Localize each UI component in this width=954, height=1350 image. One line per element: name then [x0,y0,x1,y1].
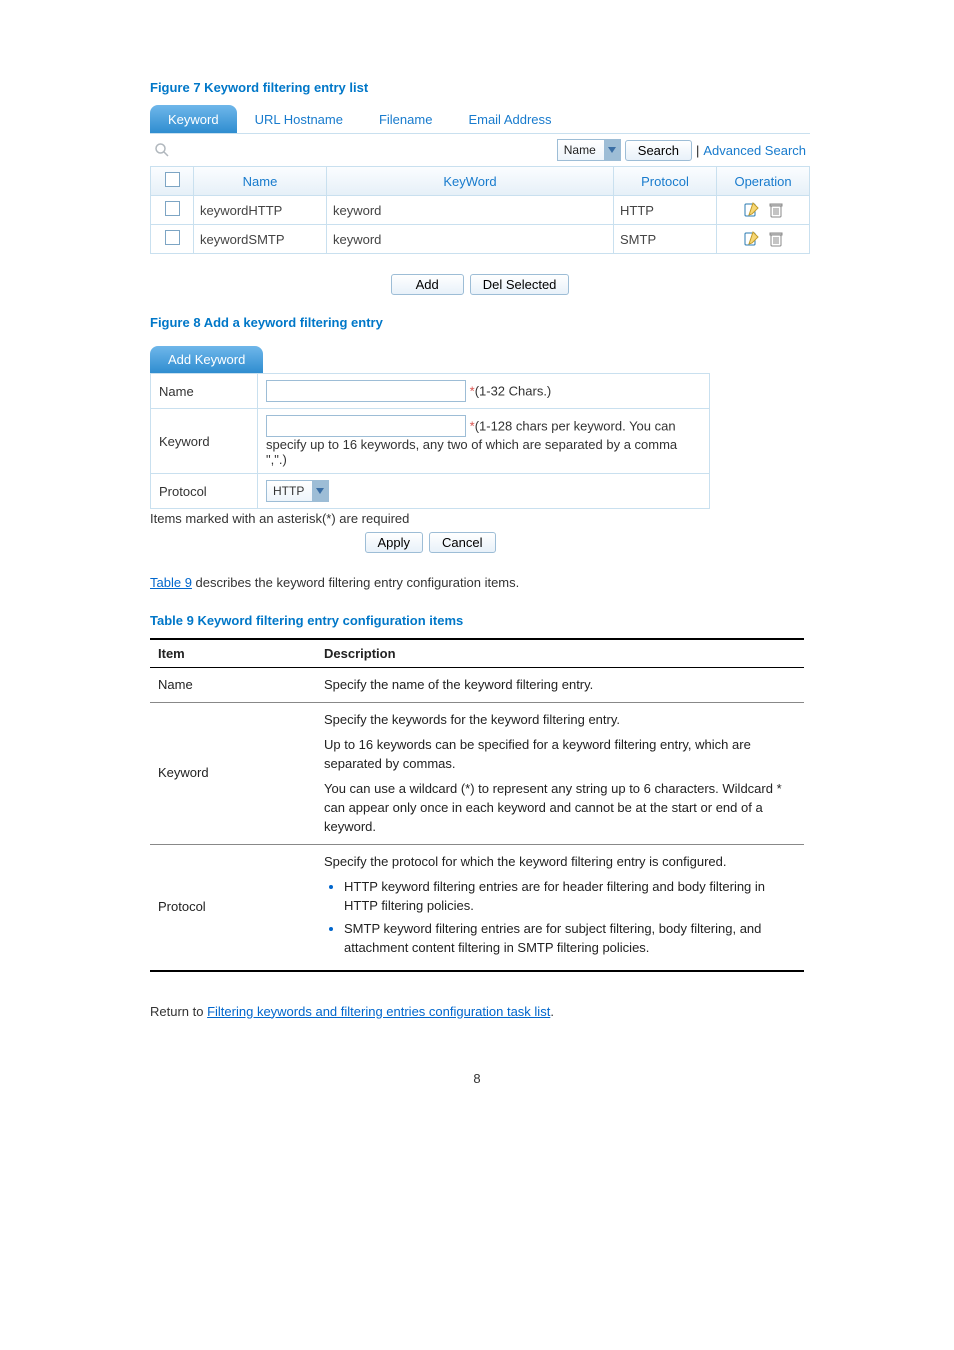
figure-8-caption: Figure 8 Add a keyword filtering entry [150,315,804,330]
required-note: Items marked with an asterisk(*) are req… [150,511,710,526]
tab-url-hostname[interactable]: URL Hostname [237,105,361,133]
label-protocol: Protocol [151,474,258,509]
divider: | [696,143,699,158]
item-name: Name [150,667,316,703]
add-keyword-form: Name *(1-32 Chars.) Keyword *(1-128 char… [150,373,710,509]
label-name: Name [151,374,258,409]
col-description: Description [316,639,804,668]
chevron-down-icon [604,140,620,160]
keyword-field[interactable] [266,415,466,437]
search-bar: Name Search | Advanced Search [150,133,810,167]
desc-protocol: Specify the protocol for which the keywo… [316,845,804,971]
return-link[interactable]: Filtering keywords and filtering entries… [207,1004,550,1019]
tab-add-keyword[interactable]: Add Keyword [150,346,263,373]
col-item: Item [150,639,316,668]
advanced-search-link[interactable]: Advanced Search [703,143,806,158]
table-9-caption: Table 9 Keyword filtering entry configur… [150,613,804,628]
apply-button[interactable]: Apply [365,532,424,553]
page-number: 8 [150,1071,804,1086]
cell-name: keywordSMTP [194,225,327,254]
tab-filename[interactable]: Filename [361,105,450,133]
delete-icon[interactable] [769,202,783,218]
row-checkbox[interactable] [165,230,180,245]
col-protocol: Protocol [614,167,717,196]
search-field-select[interactable]: Name [557,139,621,161]
config-table: Item Description Name Specify the name o… [150,638,804,972]
col-keyword: KeyWord [327,167,614,196]
keyword-table: Name KeyWord Protocol Operation keywordH… [150,167,810,254]
desc-keyword: Specify the keywords for the keyword fil… [316,703,804,845]
protocol-select[interactable]: HTTP [266,480,329,502]
return-suffix: . [550,1004,554,1019]
search-input[interactable] [174,139,553,161]
tab-strip: Keyword URL Hostname Filename Email Addr… [150,105,810,133]
protocol-value: HTTP [267,484,312,498]
intro-after: describes the keyword filtering entry co… [192,575,519,590]
table-9-link[interactable]: Table 9 [150,575,192,590]
intro-text: Table 9 describes the keyword filtering … [150,573,804,593]
figure-7-caption: Figure 7 Keyword filtering entry list [150,80,804,95]
table-row: keywordHTTP keyword HTTP [151,196,810,225]
select-all-checkbox[interactable] [165,172,180,187]
search-button[interactable]: Search [625,140,692,161]
cell-keyword: keyword [327,225,614,254]
tab-email-address[interactable]: Email Address [450,105,569,133]
search-icon [154,142,170,158]
return-line: Return to Filtering keywords and filteri… [150,1002,804,1022]
desc-name: Specify the name of the keyword filterin… [316,667,804,703]
name-field[interactable] [266,380,466,402]
col-operation: Operation [717,167,810,196]
return-prefix: Return to [150,1004,207,1019]
tab-keyword[interactable]: Keyword [150,105,237,133]
edit-icon[interactable] [743,231,759,247]
add-button[interactable]: Add [391,274,464,295]
edit-icon[interactable] [743,202,759,218]
table-row: keywordSMTP keyword SMTP [151,225,810,254]
chevron-down-icon [312,481,328,501]
item-protocol: Protocol [150,845,316,971]
col-name: Name [194,167,327,196]
row-checkbox[interactable] [165,201,180,216]
cell-name: keywordHTTP [194,196,327,225]
name-hint: (1-32 Chars.) [475,384,552,399]
cell-keyword: keyword [327,196,614,225]
cell-protocol: HTTP [614,196,717,225]
label-keyword: Keyword [151,409,258,474]
cell-protocol: SMTP [614,225,717,254]
item-keyword: Keyword [150,703,316,845]
del-selected-button[interactable]: Del Selected [470,274,570,295]
delete-icon[interactable] [769,231,783,247]
search-field-value: Name [558,143,604,157]
cancel-button[interactable]: Cancel [429,532,495,553]
